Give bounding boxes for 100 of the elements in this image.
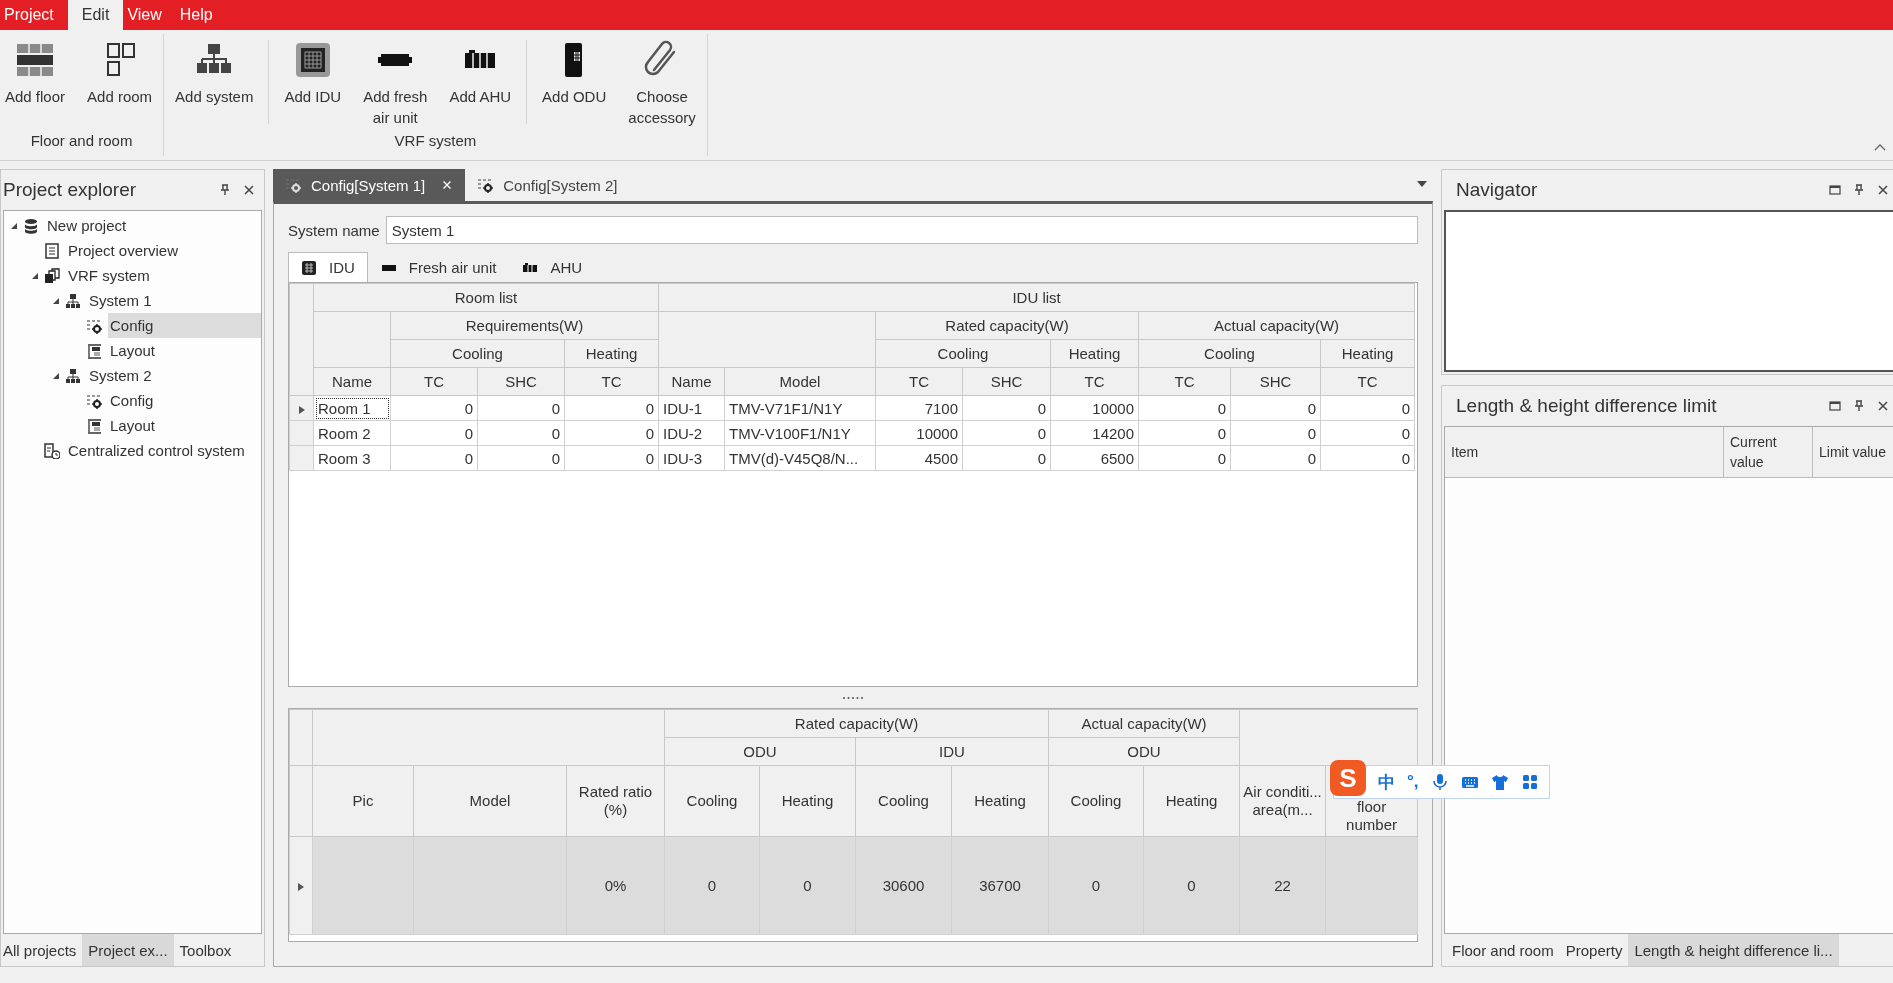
ribbon-button[interactable]: Add fresh air unit (352, 38, 439, 130)
table-cell: 0 (564, 420, 659, 446)
table-cell: Room 2 (313, 420, 391, 446)
table-cell: 0 (1320, 395, 1415, 421)
layout-icon (86, 342, 102, 359)
close-icon[interactable] (1876, 183, 1890, 197)
pin-icon[interactable] (218, 183, 232, 197)
ribbon-button[interactable]: Add IDU (273, 38, 353, 109)
column-header: ODU (664, 737, 856, 766)
column-header: Room list (313, 283, 659, 312)
ribbon-button[interactable]: Add ODU (531, 38, 618, 109)
table-cell: 0 (390, 420, 478, 446)
table-cell: 22 (1239, 836, 1326, 935)
ribbon-button[interactable]: Add room (76, 38, 164, 109)
microphone-icon[interactable] (1430, 773, 1449, 791)
tree-item[interactable]: Config (108, 388, 261, 413)
unit-tab[interactable]: IDU (288, 252, 368, 282)
table-cell: 0 (1230, 395, 1321, 421)
column-header: SHC (1230, 367, 1321, 396)
table-cell: 0 (477, 420, 565, 446)
panel-tab[interactable]: Project ex... (82, 934, 174, 966)
table-cell: IDU-3 (658, 445, 725, 471)
collapse-triangle-icon[interactable] (9, 221, 18, 230)
column-header: Heating (1143, 765, 1240, 837)
table-cell: 0 (1138, 420, 1231, 446)
document-tab[interactable]: Config[System 2] (465, 169, 630, 201)
table-cell: 0 (962, 420, 1051, 446)
table-cell: 0 (1138, 395, 1231, 421)
pin-icon[interactable] (1852, 399, 1866, 413)
grid-icon[interactable] (1520, 773, 1539, 791)
tree-item[interactable]: Layout (108, 338, 261, 363)
menu-item[interactable]: Project (0, 0, 68, 30)
document-tab[interactable]: Config[System 1] (273, 169, 466, 201)
column-header: TC (1050, 367, 1139, 396)
collapse-caret-icon[interactable] (1873, 142, 1887, 152)
table-cell: 6500 (1050, 445, 1139, 471)
panel-tab[interactable]: Toolbox (173, 934, 238, 966)
column-header: Cooling (855, 765, 952, 837)
table-cell: 7100 (875, 395, 963, 421)
panel-tab[interactable]: Length & height difference li... (1628, 934, 1839, 966)
panel-title: Length & height difference limit (1455, 395, 1717, 417)
database-icon (23, 217, 39, 234)
grid-unit-icon (301, 259, 317, 276)
tree-item[interactable]: Config (108, 313, 261, 338)
tree-item[interactable]: New project (45, 213, 261, 238)
maximize-icon[interactable] (1828, 399, 1842, 413)
collapse-triangle-icon[interactable] (51, 296, 60, 305)
collapse-triangle-icon[interactable] (51, 371, 60, 380)
splitter-grip-icon (842, 696, 864, 700)
column-header: Name (658, 367, 725, 396)
tree-item[interactable]: Layout (108, 413, 261, 438)
ribbon-button[interactable]: Add system (164, 38, 265, 109)
menu-item[interactable]: Edit (67, 0, 124, 30)
table-cell: TMV-V100F1/N1Y (724, 420, 876, 446)
unit-tab[interactable]: AHU (509, 252, 596, 282)
punctuation-toggle[interactable]: °, (1407, 772, 1419, 792)
maximize-icon[interactable] (1828, 183, 1842, 197)
system-name-field[interactable]: System 1 (385, 216, 1418, 244)
dropdown-caret-icon[interactable] (1417, 181, 1427, 187)
ribbon-button[interactable]: Add floor (0, 38, 77, 109)
shirt-icon[interactable] (1490, 773, 1509, 791)
column-header: TC (1320, 367, 1415, 396)
column-header: Cooling (664, 765, 760, 837)
column-header: TC (875, 367, 963, 396)
tree-item[interactable]: System 1 (87, 288, 261, 313)
column-header: TC (1138, 367, 1231, 396)
table-cell: 0 (1320, 445, 1415, 471)
collapse-triangle-icon[interactable] (30, 271, 39, 280)
unit-tab[interactable]: Fresh air unit (367, 252, 510, 282)
pin-icon[interactable] (1852, 183, 1866, 197)
close-icon[interactable] (1876, 399, 1890, 413)
table-cell: 14200 (1050, 420, 1139, 446)
ribbon-button[interactable]: Add AHU (438, 38, 523, 109)
input-mode-toggle[interactable]: 中 (1378, 770, 1395, 794)
table-cell: 0 (664, 836, 760, 935)
menu-item[interactable]: View (123, 0, 176, 30)
table-cell: 0 (1320, 420, 1415, 446)
column-header: Cooling (1138, 339, 1321, 368)
panel-tab[interactable]: All projects (0, 934, 83, 966)
column-header: Heating (564, 339, 659, 368)
menu-item[interactable]: Help (175, 0, 227, 30)
tree-item[interactable]: VRF system (66, 263, 261, 288)
tree-item[interactable]: Centralized control system (66, 438, 261, 463)
panel-title: Project explorer (3, 179, 137, 201)
column-header: Heating (1050, 339, 1139, 368)
column-header: Cooling (1048, 765, 1144, 837)
tree-item[interactable]: System 2 (87, 363, 261, 388)
ribbon-button[interactable]: Choose accessory (617, 38, 707, 130)
panel-tab[interactable]: Property (1559, 934, 1629, 966)
table-cell: Room 1 (313, 395, 391, 421)
column-header: Rated capacity(W) (875, 311, 1139, 340)
table-cell: TMV-V71F1/N1Y (724, 395, 876, 421)
column-header: Heating (759, 765, 856, 837)
table-cell: 10000 (1050, 395, 1139, 421)
hierarchy-icon (65, 367, 81, 384)
panel-tab[interactable]: Floor and room (1442, 934, 1560, 966)
tree-item[interactable]: Project overview (66, 238, 261, 263)
table-cell: 0 (962, 395, 1051, 421)
close-icon[interactable] (242, 183, 256, 197)
column-header: TC (564, 367, 659, 396)
